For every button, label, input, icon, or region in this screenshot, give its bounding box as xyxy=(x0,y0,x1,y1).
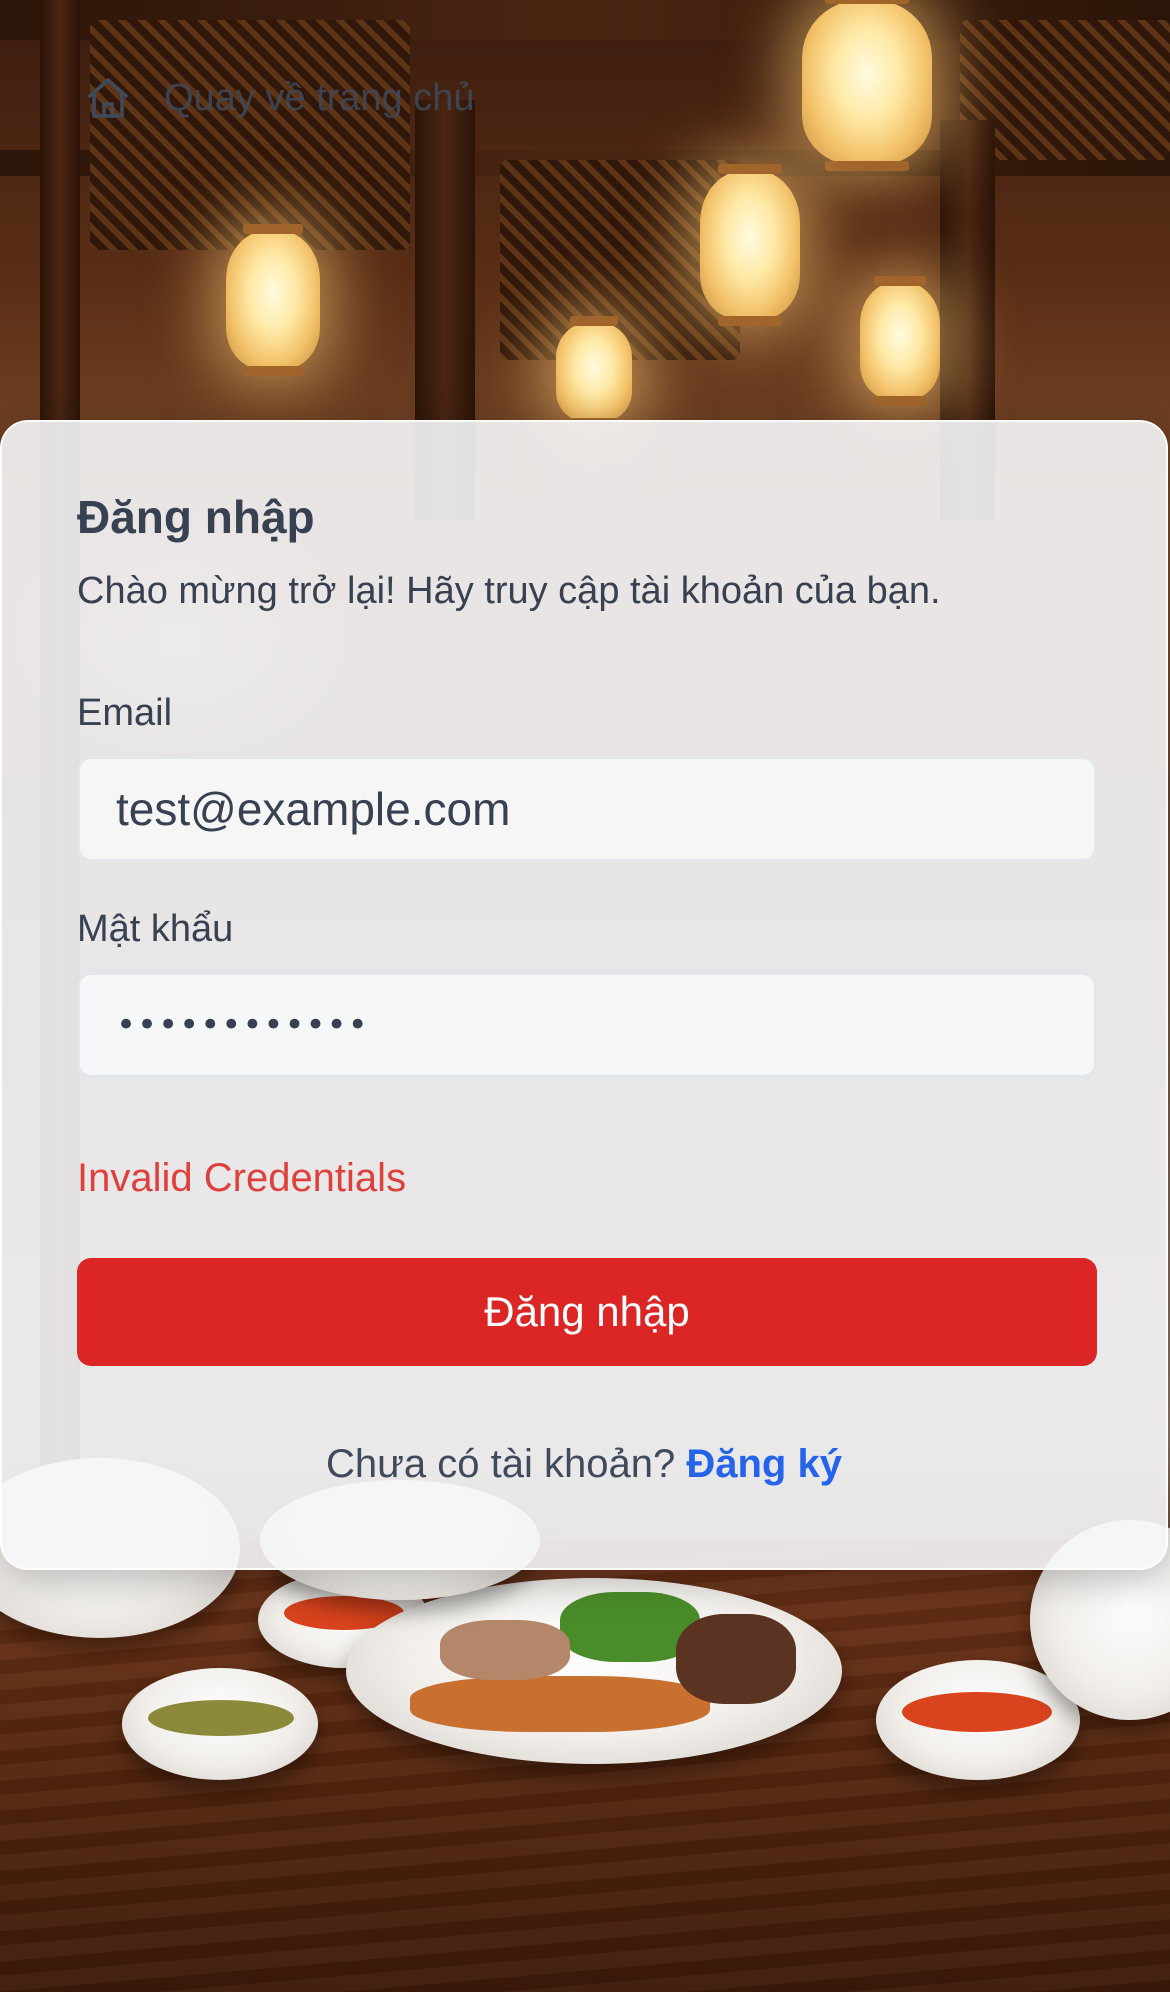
login-title: Đăng nhập xyxy=(77,491,315,543)
home-icon xyxy=(84,74,132,122)
password-input[interactable] xyxy=(77,972,1097,1078)
signup-link[interactable]: Đăng ký xyxy=(686,1442,842,1486)
error-message: Invalid Credentials xyxy=(77,1156,407,1200)
signup-prompt-row: Chưa có tài khoản? Đăng ký xyxy=(2,1442,1166,1487)
password-label: Mật khẩu xyxy=(77,908,234,950)
login-card: Đăng nhập Chào mừng trở lại! Hãy truy cậ… xyxy=(0,420,1168,1570)
email-input[interactable] xyxy=(77,756,1097,862)
login-submit-button[interactable]: Đăng nhập xyxy=(77,1258,1097,1366)
back-to-home-link[interactable]: Quay về trang chủ xyxy=(84,74,475,122)
back-to-home-label: Quay về trang chủ xyxy=(164,76,475,119)
login-subtitle: Chào mừng trở lại! Hãy truy cập tài khoả… xyxy=(77,570,941,612)
email-label: Email xyxy=(77,692,173,734)
signup-prompt-text: Chưa có tài khoản? xyxy=(326,1442,676,1486)
